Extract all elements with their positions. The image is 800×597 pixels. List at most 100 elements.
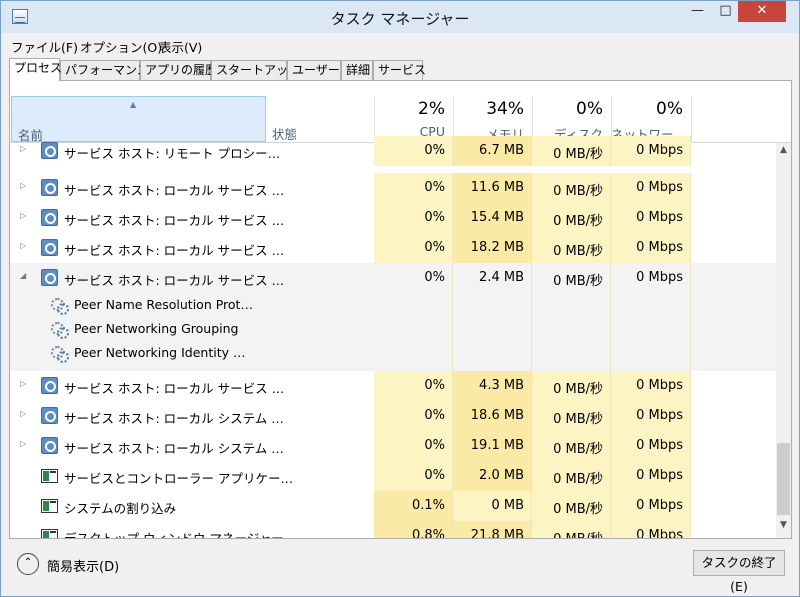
process-mem-value: 18.2 MB <box>470 240 524 255</box>
process-name: サービス ホスト: ローカル システム … <box>64 411 284 426</box>
service-name: Peer Networking Identity … <box>74 345 246 360</box>
process-row[interactable]: ◢ サービス ホスト: ローカル サービス … 0% 2.4 MB 0 MB/秒 0 Mb… <box>10 263 776 371</box>
process-disk-value: 0 MB/秒 <box>553 442 603 457</box>
menu-file[interactable]: ファイル(F) <box>11 37 78 56</box>
process-mem-value: 15.4 MB <box>470 210 524 225</box>
close-button[interactable]: ✕ <box>738 1 786 22</box>
maximize-button[interactable]: □ <box>712 1 739 22</box>
process-net-value: 0 Mbps <box>636 408 683 423</box>
expand-arrow-icon[interactable]: ▷ <box>20 144 26 153</box>
service-gear-icon <box>50 345 69 363</box>
process-name: サービス ホスト: ローカル サービス … <box>64 213 285 228</box>
minimize-button[interactable]: — <box>684 1 711 22</box>
process-disk-value: 0 MB/秒 <box>553 382 603 397</box>
window-title: タスク マネージャー <box>330 10 470 28</box>
expand-arrow-icon[interactable]: ▷ <box>20 409 26 418</box>
scroll-down-arrow-icon[interactable]: ▼ <box>776 520 791 534</box>
process-net-value: 0 Mbps <box>636 378 683 393</box>
expanded-arrow-icon[interactable]: ◢ <box>20 271 26 280</box>
scroll-up-arrow-icon[interactable]: ▲ <box>776 145 791 159</box>
tab-details[interactable]: 詳細 <box>341 60 373 80</box>
process-net-value: 0 Mbps <box>636 143 683 158</box>
menu-bar: ファイル(F) オプション(O) 表示(V) <box>1 35 799 55</box>
process-disk-value: 0 MB/秒 <box>553 274 603 289</box>
process-name: サービス ホスト: ローカル サービス … <box>64 273 285 288</box>
tab-services[interactable]: サービス <box>373 60 426 80</box>
process-row[interactable]: ▷ サービス ホスト: ローカル システム … 0% 18.6 MB 0 MB/秒 0 M… <box>10 401 776 431</box>
process-row[interactable]: サービスとコントローラー アプリケー… 0% 2.0 MB 0 MB/秒 0 Mbps <box>10 461 776 491</box>
service-sub-row[interactable]: Peer Networking Grouping <box>10 317 374 341</box>
tab-strip: プロセス パフォーマンス アプリの履歴 スタートアップ ユーザー 詳細 サービス <box>9 58 799 81</box>
process-mem-value: 2.4 MB <box>479 270 524 285</box>
service-name: Peer Name Resolution Prot… <box>74 297 253 312</box>
menu-view[interactable]: 表示(V) <box>159 37 202 56</box>
tab-processes[interactable]: プロセス <box>9 58 62 81</box>
window-app-icon <box>41 529 58 538</box>
process-cpu-value: 0% <box>424 468 445 483</box>
process-net-value: 0 Mbps <box>636 240 683 255</box>
service-sub-row[interactable]: Peer Name Resolution Prot… <box>10 293 374 317</box>
end-task-button[interactable]: タスクの終了(E) <box>693 550 785 594</box>
process-name: サービス ホスト: ローカル サービス … <box>64 243 285 258</box>
process-disk-value: 0 MB/秒 <box>553 502 603 517</box>
sort-up-icon: ▲ <box>130 100 137 109</box>
process-name: サービス ホスト: ローカル サービス … <box>64 183 285 198</box>
process-row[interactable]: ▷ サービス ホスト: ローカル サービス … 0% 11.6 MB 0 MB/秒 0 M… <box>10 173 776 203</box>
simple-view-link[interactable]: 簡易表示(D) <box>47 556 119 575</box>
cpu-total-pct: 2% <box>418 99 445 119</box>
process-cpu-value: 0.1% <box>411 498 445 513</box>
process-net-value: 0 Mbps <box>636 180 683 195</box>
tab-app-history[interactable]: アプリの履歴 <box>140 60 217 80</box>
menu-options[interactable]: オプション(O) <box>80 37 162 56</box>
network-total-pct: 0% <box>656 99 683 119</box>
process-row[interactable]: ▷ サービス ホスト: ローカル システム … 0% 19.1 MB 0 MB/秒 0 M… <box>10 431 776 461</box>
process-name: サービス ホスト: ローカル サービス … <box>64 381 285 396</box>
expand-arrow-icon[interactable]: ▷ <box>20 181 26 190</box>
expand-arrow-icon[interactable]: ▷ <box>20 211 26 220</box>
process-disk-value: 0 MB/秒 <box>553 214 603 229</box>
process-net-value: 0 Mbps <box>636 270 683 285</box>
process-panel: ▲ 名前 状態 2% CPU 34% メモリ 0% ディスク 0% ネットワーク <box>9 80 792 539</box>
scrollbar-thumb[interactable] <box>777 443 790 515</box>
process-row[interactable]: ▷ サービス ホスト: ローカル サービス … 0% 4.3 MB 0 MB/秒 0 Mb… <box>10 371 776 401</box>
tab-users[interactable]: ユーザー <box>287 60 341 80</box>
process-disk-value: 0 MB/秒 <box>532 528 603 538</box>
expand-arrow-icon[interactable]: ▷ <box>20 241 26 250</box>
tab-startup[interactable]: スタートアップ <box>211 60 300 80</box>
process-name: デスクトップ ウィンドウ マネージャー <box>64 531 284 539</box>
process-cpu-value: 0% <box>424 408 445 423</box>
gear-icon <box>41 179 58 196</box>
process-mem-value: 19.1 MB <box>470 438 524 453</box>
collapse-up-icon[interactable]: ⌃ <box>17 553 39 575</box>
process-row[interactable]: ▷ サービス ホスト: リモート プロシー… 0% 6.7 MB 0 MB/秒 0 Mbp… <box>10 136 776 166</box>
service-gear-icon <box>50 321 69 339</box>
process-net-value: 0 Mbps <box>636 528 683 539</box>
gear-icon <box>41 377 58 394</box>
tab-performance[interactable]: パフォーマンス <box>60 60 149 80</box>
gear-icon <box>41 407 58 424</box>
vertical-scrollbar[interactable]: ▲ ▼ <box>776 143 791 538</box>
expand-arrow-icon[interactable]: ▷ <box>20 379 26 388</box>
process-name: サービス ホスト: リモート プロシー… <box>64 146 281 161</box>
process-net-value: 0 Mbps <box>636 210 683 225</box>
process-name: サービスとコントローラー アプリケー… <box>64 471 293 486</box>
disk-total-pct: 0% <box>576 99 603 119</box>
gear-icon <box>41 142 58 159</box>
process-row[interactable]: ▷ サービス ホスト: ローカル サービス … 0% 18.2 MB 0 MB/秒 0 M… <box>10 233 776 263</box>
process-name: サービス ホスト: ローカル システム … <box>64 441 284 456</box>
process-row[interactable]: デスクトップ ウィンドウ マネージャー 0.8% 21.8 MB 0 MB/秒 0 Mb… <box>10 521 776 539</box>
process-mem-value: 2.0 MB <box>479 468 524 483</box>
process-name: システムの割り込み <box>64 501 177 516</box>
expand-arrow-icon[interactable]: ▷ <box>20 439 26 448</box>
process-cpu-value: 0% <box>424 240 445 255</box>
process-disk-value: 0 MB/秒 <box>553 184 603 199</box>
title-bar[interactable]: タスク マネージャー — □ ✕ <box>1 1 799 33</box>
process-disk-value: 0 MB/秒 <box>553 412 603 427</box>
process-net-value: 0 Mbps <box>636 468 683 483</box>
process-disk-value: 0 MB/秒 <box>553 147 603 162</box>
process-row[interactable]: ▷ サービス ホスト: ローカル サービス … 0% 15.4 MB 0 MB/秒 0 M… <box>10 203 776 233</box>
process-row[interactable]: システムの割り込み 0.1% 0 MB 0 MB/秒 0 Mbps <box>10 491 776 521</box>
window-app-icon <box>41 499 58 513</box>
process-cpu-value: 0% <box>424 143 445 158</box>
service-sub-row[interactable]: Peer Networking Identity … <box>10 341 374 365</box>
